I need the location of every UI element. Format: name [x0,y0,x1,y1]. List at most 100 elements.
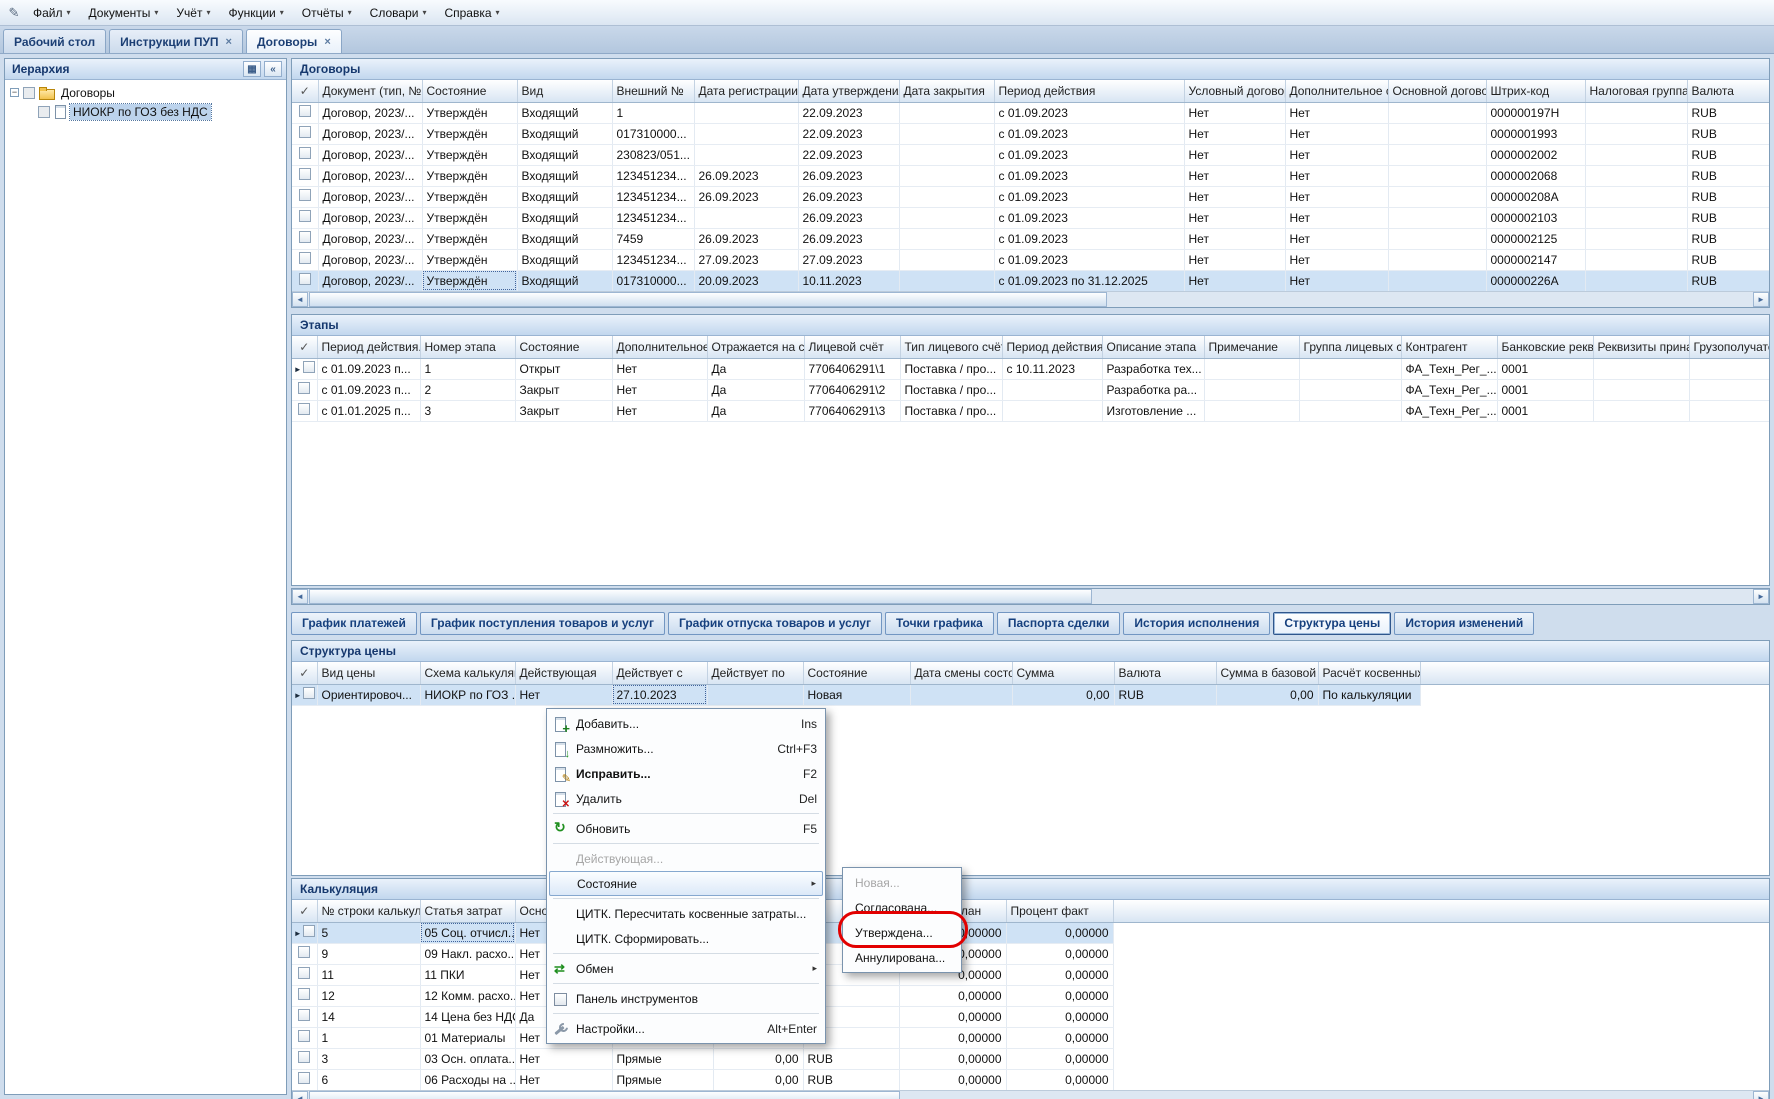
row-checkbox[interactable] [303,687,315,699]
row-checkbox[interactable] [298,1009,310,1021]
column-header[interactable]: Сумма в базовой в [1216,662,1318,684]
context-menu-item[interactable]: Настройки...Alt+Enter [549,1016,823,1041]
menubar-item[interactable]: Словари▾ [361,2,436,24]
table-row[interactable]: 1111 ПКИНет0,000000,00000 [292,964,1769,985]
column-header[interactable]: Банковские рекви [1497,336,1593,358]
column-header[interactable]: ✓ [292,336,317,358]
context-menu-item[interactable]: Обмен▸ [549,956,823,981]
row-checkbox[interactable] [298,1051,310,1063]
tree-item[interactable]: −Договоры [7,83,284,102]
column-header[interactable]: Номер этапа [420,336,515,358]
row-checkbox[interactable] [299,252,311,264]
scroll-thumb[interactable] [309,1091,900,1099]
scroll-left-icon[interactable]: ◄ [292,589,308,604]
context-menu-item[interactable]: Добавить...Ins [549,711,823,736]
row-checkbox[interactable] [298,988,310,1000]
column-header[interactable]: Дата закрытия [899,80,994,102]
scroll-track[interactable] [1108,292,1753,307]
scroll-thumb[interactable] [309,589,1092,604]
table-row[interactable]: Договор, 2023/...УтверждёнВходящий745926… [292,228,1769,249]
row-checkbox[interactable] [299,231,311,243]
subtab[interactable]: График отпуска товаров и услуг [668,612,882,635]
menubar-item[interactable]: Функции▾ [219,2,292,24]
table-row[interactable]: Договор, 2023/...УтверждёнВходящий122.09… [292,102,1769,123]
table-row[interactable]: Договор, 2023/...УтверждёнВходящий123451… [292,249,1769,270]
subtab[interactable]: График платежей [291,612,417,635]
row-checkbox[interactable] [299,105,311,117]
column-header[interactable]: Дата регистрации [694,80,798,102]
column-header[interactable]: Условный договор [1184,80,1285,102]
context-menu-item[interactable]: Размножить...Ctrl+F3 [549,736,823,761]
row-checkbox[interactable] [303,925,315,937]
tab[interactable]: Договоры× [246,29,342,53]
scroll-right-icon[interactable]: ► [1753,1091,1769,1099]
contracts-horizontal-scrollbar[interactable]: ◄ ► [292,291,1769,307]
row-checkbox[interactable] [299,273,311,285]
row-checkbox[interactable] [299,189,311,201]
column-header[interactable]: № строки калькул [317,900,420,922]
column-header[interactable]: Валюта [1114,662,1216,684]
column-header[interactable]: Действует с [612,662,707,684]
table-row[interactable]: ►Ориентировоч...НИОКР по ГОЗ ...Нет27.10… [292,684,1769,705]
scroll-right-icon[interactable]: ► [1753,292,1769,307]
table-row[interactable]: Договор, 2023/...УтверждёнВходящий123451… [292,207,1769,228]
table-row[interactable]: 606 Расходы на ...НетПрямые0,00RUB0,0000… [292,1069,1769,1090]
column-header[interactable]: Контрагент [1401,336,1497,358]
tab[interactable]: Рабочий стол [3,29,106,53]
table-row[interactable]: 101 МатериалыНет0,000000,00000 [292,1027,1769,1048]
table-row[interactable]: Договор, 2023/...УтверждёнВходящий123451… [292,186,1769,207]
close-icon[interactable]: × [324,36,330,48]
menubar-item[interactable]: Документы▾ [80,2,168,24]
scroll-left-icon[interactable]: ◄ [292,292,308,307]
context-submenu-item[interactable]: Аннулирована... [845,945,959,970]
column-header[interactable]: Лицевой счёт [804,336,900,358]
table-row[interactable]: 909 Накл. расхо...Нет0,000000,00000 [292,943,1769,964]
context-menu-item[interactable]: ЦИТК. Сформировать... [549,926,823,951]
subtab[interactable]: Паспорта сделки [997,612,1121,635]
column-header[interactable]: Сумма [1012,662,1114,684]
column-header[interactable]: Документ (тип, № [318,80,422,102]
row-checkbox[interactable] [299,147,311,159]
context-menu-item[interactable]: Состояние▸ [549,871,823,896]
table-row[interactable]: ►с 01.09.2023 п...1ОткрытНетДа7706406291… [292,358,1769,379]
tree-checkbox[interactable] [23,87,35,99]
column-header[interactable]: Вид цены [317,662,420,684]
row-checkbox[interactable] [303,361,315,373]
row-checkbox[interactable] [299,210,311,222]
subtab[interactable]: Точки графика [885,612,994,635]
grid-view-icon[interactable]: ▦ [243,61,261,77]
close-icon[interactable]: × [226,36,232,48]
column-header[interactable]: Основной договор [1388,80,1486,102]
column-header[interactable]: Примечание [1204,336,1299,358]
table-row[interactable]: ►505 Соц. отчисл...Нет0,000000,00000 [292,922,1769,943]
column-header[interactable]: Реквизиты принад [1593,336,1689,358]
column-header[interactable]: ✓ [292,80,318,102]
row-checkbox[interactable] [298,1072,310,1084]
subtab[interactable]: Структура цены [1273,612,1391,635]
column-header[interactable]: Описание этапа [1102,336,1204,358]
column-header[interactable]: Дата смены состоя [910,662,1012,684]
column-header[interactable]: ✓ [292,662,317,684]
scroll-track[interactable] [1093,589,1753,604]
column-header[interactable]: Валюта [1687,80,1769,102]
column-header[interactable]: Схема калькуляци [420,662,515,684]
menubar-item[interactable]: Справка▾ [435,2,508,24]
tree-checkbox[interactable] [38,106,50,118]
row-checkbox[interactable] [298,967,310,979]
column-header[interactable]: Действует по [707,662,803,684]
column-header[interactable]: Статья затрат [420,900,515,922]
context-submenu-item[interactable]: Утверждена... [845,920,959,945]
row-checkbox[interactable] [299,126,311,138]
stages-horizontal-scrollbar[interactable]: ◄ ► [291,588,1770,605]
column-header[interactable]: Состояние [515,336,612,358]
column-header[interactable]: Расчёт косвенных [1318,662,1420,684]
column-header[interactable]: Состояние [422,80,517,102]
table-row[interactable]: Договор, 2023/...УтверждёнВходящий017310… [292,123,1769,144]
column-header[interactable]: Налоговая группа [1585,80,1687,102]
column-header[interactable]: Дата утверждения [798,80,899,102]
column-header[interactable]: Состояние [803,662,910,684]
column-header[interactable]: ✓ [292,900,317,922]
calculation-horizontal-scrollbar[interactable]: ◄ ► [292,1090,1769,1099]
column-header[interactable]: Действующая [515,662,612,684]
context-menu-item[interactable]: ЦИТК. Пересчитать косвенные затраты... [549,901,823,926]
